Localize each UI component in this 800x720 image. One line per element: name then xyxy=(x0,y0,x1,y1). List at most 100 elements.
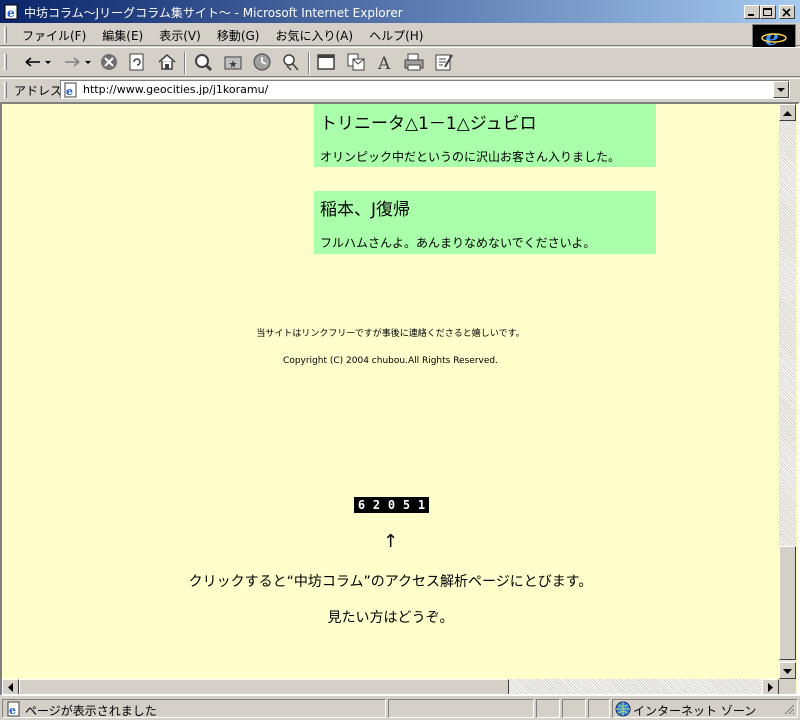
status-pane xyxy=(388,699,534,718)
scrollbar-corner xyxy=(779,679,796,694)
refresh-icon xyxy=(127,52,147,75)
access-analysis-note: クリックすると“中坊コラム”のアクセス解析ページにとびます。 xyxy=(188,574,593,590)
status-pane xyxy=(562,699,586,718)
security-zone-pane: インターネット ゾーン xyxy=(612,699,798,718)
standard-toolbar: A xyxy=(0,47,800,77)
counter-digit: 2 xyxy=(369,497,384,513)
maximize-button[interactable] xyxy=(760,5,776,19)
globe-icon xyxy=(615,701,631,720)
status-message-pane: e ページが表示されました xyxy=(2,699,386,718)
menu-bar: ファイル(F) 編集(E) 表示(V) 移動(G) お気に入り(A) ヘルプ(H… xyxy=(0,24,800,46)
svg-text:A: A xyxy=(377,54,391,72)
printer-icon xyxy=(403,52,425,75)
status-pane xyxy=(588,699,610,718)
mail-button[interactable] xyxy=(344,52,368,74)
menu-view[interactable]: 表示(V) xyxy=(151,25,209,46)
copyright-text: Copyright (C) 2004 chubou.All Rights Res… xyxy=(283,356,498,366)
search-button[interactable] xyxy=(191,52,215,74)
svg-text:e: e xyxy=(765,25,779,49)
arrow-right-icon xyxy=(767,681,774,695)
edit-pencil-icon xyxy=(434,52,454,75)
favorites-button[interactable] xyxy=(221,52,245,74)
horizontal-scrollbar[interactable] xyxy=(2,679,779,695)
toolbar-separator xyxy=(184,52,186,74)
svg-text:e: e xyxy=(7,6,15,20)
link-free-note: 当サイトはリンクフリーですが事後に連絡くださると嬉しいです。 xyxy=(256,329,525,339)
counter-digit: 0 xyxy=(384,497,399,513)
menu-edit[interactable]: 編集(E) xyxy=(94,25,151,46)
mail-icon xyxy=(346,52,366,75)
news-headline: トリニータ△1－1△ジュビロ xyxy=(320,114,537,134)
fullscreen-button[interactable] xyxy=(314,52,338,74)
news-headline: 稲本、J復帰 xyxy=(320,200,411,220)
news-body: オリンピック中だというのに沢山お客さん入りました。 xyxy=(320,150,621,164)
refresh-button[interactable] xyxy=(125,52,149,74)
print-button[interactable] xyxy=(402,52,426,74)
window-title: 中坊コラム～Jリーグコラム集サイト～ - Microsoft Internet … xyxy=(24,6,403,20)
scroll-down-button[interactable] xyxy=(779,662,796,679)
address-input[interactable]: e http://www.geocities.jp/j1koramu/ xyxy=(60,80,790,99)
history-icon xyxy=(252,52,272,75)
resize-grip-icon[interactable] xyxy=(783,703,795,715)
favorites-folder-icon xyxy=(223,52,243,75)
toolbar-separator xyxy=(308,52,310,74)
news-box: 稲本、J復帰 フルハムさんよ。あんまりなめないでくださいよ。 xyxy=(314,191,656,254)
address-grip[interactable] xyxy=(4,82,7,98)
menu-file[interactable]: ファイル(F) xyxy=(14,25,94,46)
svg-text:e: e xyxy=(9,704,16,717)
menu-help[interactable]: ヘルプ(H) xyxy=(361,25,431,46)
vertical-scroll-thumb[interactable] xyxy=(779,546,796,660)
ie-page-icon: e xyxy=(4,4,20,20)
arrow-up-icon xyxy=(783,106,792,120)
menu-go[interactable]: 移動(G) xyxy=(209,25,268,46)
content-frame: トリニータ△1－1△ジュビロ オリンピック中だというのに沢山お客さん入りました。… xyxy=(0,102,800,696)
stop-button[interactable] xyxy=(97,52,121,74)
arrow-down-icon xyxy=(783,664,792,678)
back-arrow-icon xyxy=(22,55,52,72)
arrow-left-icon xyxy=(7,681,14,695)
back-button[interactable] xyxy=(20,52,54,74)
font-button[interactable]: A xyxy=(373,52,397,74)
address-label: アドレス xyxy=(14,84,63,98)
font-size-icon: A xyxy=(375,52,395,75)
satellite-icon xyxy=(281,52,301,75)
forward-button[interactable] xyxy=(60,52,94,74)
address-dropdown-button[interactable] xyxy=(773,81,789,98)
news-body: フルハムさんよ。あんまりなめないでくださいよ。 xyxy=(320,236,596,250)
status-pane xyxy=(536,699,560,718)
fullscreen-icon xyxy=(316,52,336,75)
channels-button[interactable] xyxy=(279,52,303,74)
home-icon xyxy=(157,52,177,75)
toolbar-grip[interactable] xyxy=(4,54,7,70)
counter-digit: 6 xyxy=(354,497,369,513)
close-button[interactable] xyxy=(779,5,795,19)
minimize-button[interactable] xyxy=(744,5,760,19)
welcome-text: 見たい方はどうぞ。 xyxy=(327,610,454,626)
up-arrow: ↑ xyxy=(382,531,399,552)
forward-arrow-icon xyxy=(62,55,92,72)
search-icon xyxy=(193,52,213,75)
scroll-up-button[interactable] xyxy=(779,104,796,121)
scroll-left-button[interactable] xyxy=(2,679,19,695)
horizontal-scroll-thumb[interactable] xyxy=(19,679,509,694)
svg-text:e: e xyxy=(66,85,73,98)
history-button[interactable] xyxy=(250,52,274,74)
stop-icon xyxy=(99,52,119,75)
counter-digit: 1 xyxy=(414,497,429,513)
menu-grip[interactable] xyxy=(4,27,7,43)
title-bar: e 中坊コラム～Jリーグコラム集サイト～ - Microsoft Interne… xyxy=(0,0,800,24)
status-bar: e ページが表示されました インターネット ゾーン xyxy=(0,697,800,720)
page-done-icon: e xyxy=(6,701,22,720)
ie-logo-icon: e xyxy=(752,24,796,51)
access-counter[interactable]: 6 2 0 5 1 xyxy=(354,497,429,513)
scroll-right-button[interactable] xyxy=(762,679,779,695)
edit-button[interactable] xyxy=(432,52,456,74)
counter-digit: 5 xyxy=(399,497,414,513)
news-box: トリニータ△1－1△ジュビロ オリンピック中だというのに沢山お客さん入りました。 xyxy=(314,104,656,167)
page-viewport: トリニータ△1－1△ジュビロ オリンピック中だというのに沢山お客さん入りました。… xyxy=(2,104,779,679)
page-icon: e xyxy=(63,82,79,98)
vertical-scrollbar[interactable] xyxy=(779,104,796,679)
menu-favorites[interactable]: お気に入り(A) xyxy=(267,25,361,46)
home-button[interactable] xyxy=(155,52,179,74)
status-text: ページが表示されました xyxy=(25,704,157,718)
